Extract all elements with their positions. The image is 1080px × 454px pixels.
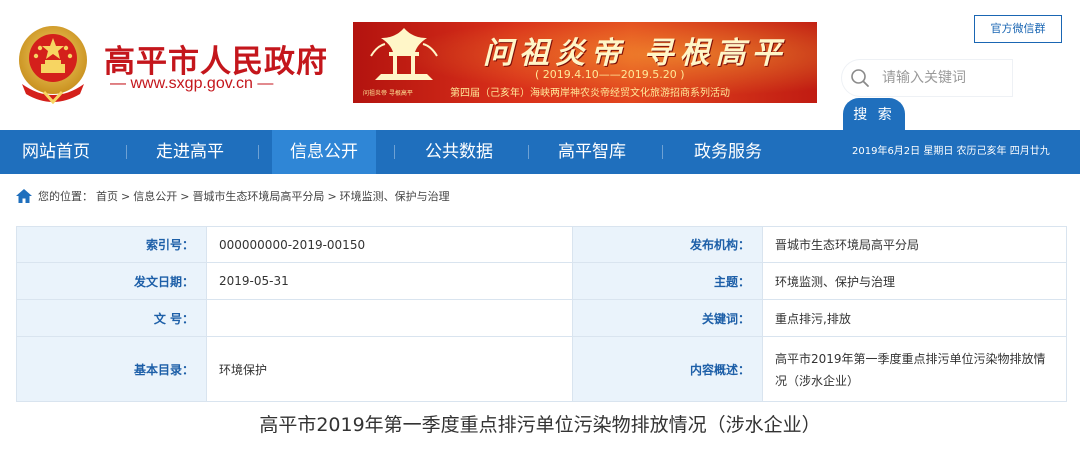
search-box [842, 60, 1012, 96]
nav-item-home[interactable]: 网站首页 [0, 130, 112, 174]
banner-slogan: 问祖炎帝 寻根高平 [483, 36, 788, 71]
breadcrumb-separator: > [121, 189, 131, 203]
nav-item-gov-services[interactable]: 政务服务 [676, 130, 780, 174]
article-title: 高平市2019年第一季度重点排污单位污染物排放情况（涉水企业） [259, 414, 821, 436]
breadcrumb-separator: > [180, 189, 190, 203]
home-icon [16, 189, 32, 203]
table-row: 发文日期： 2019-05-31 主题： 环境监测、保护与治理 [16, 262, 1067, 300]
breadcrumb-prefix: 您的位置： [38, 190, 93, 203]
category-label: 基本目录： [16, 336, 207, 402]
nav-item-info-disclosure[interactable]: 信息公开 [272, 130, 376, 174]
summary-value: 高平市2019年第一季度重点排污单位污染物排放情况（涉水企业） [762, 336, 1067, 402]
nav-item-public-data[interactable]: 公共数据 [408, 130, 510, 174]
document-number-label: 文 号： [16, 299, 207, 337]
nav-item-think-tank[interactable]: 高平智库 [542, 130, 642, 174]
document-number-value [206, 299, 573, 337]
table-row: 索引号： 000000000-2019-00150 发布机构： 晋城市生态环境局… [16, 226, 1067, 263]
keywords-label: 关键词： [572, 299, 763, 337]
site-header: 高平市人民政府 — www.sxgp.gov.cn — 问祖炎帝 寻根高平 问祖… [0, 0, 1080, 132]
breadcrumb-home[interactable]: 首页 [96, 188, 118, 204]
site-url: — www.sxgp.gov.cn — [110, 75, 274, 92]
publisher-value: 晋城市生态环境局高平分局 [762, 226, 1067, 263]
keywords-value: 重点排污,排放 [762, 299, 1067, 337]
issue-date-value: 2019-05-31 [206, 262, 573, 300]
wechat-group-button[interactable]: 官方微信群 [974, 15, 1062, 43]
summary-label: 内容概述： [572, 336, 763, 402]
publisher-label: 发布机构： [572, 226, 763, 263]
event-banner[interactable]: 问祖炎帝 寻根高平 问祖炎帝 寻根高平 ( 2019.4.10——2019.5.… [353, 22, 817, 103]
banner-logo-caption: 问祖炎帝 寻根高平 [363, 90, 413, 97]
issue-date-label: 发文日期： [16, 262, 207, 300]
banner-dates: ( 2019.4.10——2019.5.20 ) [535, 68, 685, 81]
table-row: 文 号： 关键词： 重点排污,排放 [16, 299, 1067, 337]
index-number-value: 000000000-2019-00150 [206, 226, 573, 263]
breadcrumb: 您的位置： 首页 > 信息公开 > 晋城市生态环境局高平分局 > 环境监测、保护… [16, 186, 453, 206]
subject-value: 环境监测、保护与治理 [762, 262, 1067, 300]
breadcrumb-bureau[interactable]: 晋城市生态环境局高平分局 [192, 188, 324, 204]
search-icon [851, 69, 869, 87]
nav-date: 2019年6月2日 星期日 农历己亥年 四月廿九 [852, 146, 1050, 157]
subject-label: 主题： [572, 262, 763, 300]
pavilion-logo-icon [370, 28, 438, 80]
banner-subtitle: 第四届（己亥年）海峡两岸神农炎帝经贸文化旅游招商系列活动 [450, 88, 730, 99]
category-value: 环境保护 [206, 336, 573, 402]
national-emblem-icon [19, 26, 87, 104]
nav-item-about[interactable]: 走进高平 [140, 130, 240, 174]
breadcrumb-topic[interactable]: 环境监测、保护与治理 [340, 188, 450, 204]
search-input[interactable] [882, 68, 1006, 88]
site-url-text: www.sxgp.gov.cn [130, 75, 253, 92]
breadcrumb-info-disclosure[interactable]: 信息公开 [133, 188, 177, 204]
table-row: 基本目录： 环境保护 内容概述： 高平市2019年第一季度重点排污单位污染物排放… [16, 336, 1067, 402]
index-number-label: 索引号： [16, 226, 207, 263]
search-button[interactable]: 搜 索 [843, 98, 905, 132]
document-info-table: 索引号： 000000000-2019-00150 发布机构： 晋城市生态环境局… [16, 226, 1067, 402]
main-nav: 网站首页 走进高平 信息公开 公共数据 高平智库 政务服务 2019年6月2日 … [0, 130, 1080, 174]
breadcrumb-separator: > [327, 189, 337, 203]
